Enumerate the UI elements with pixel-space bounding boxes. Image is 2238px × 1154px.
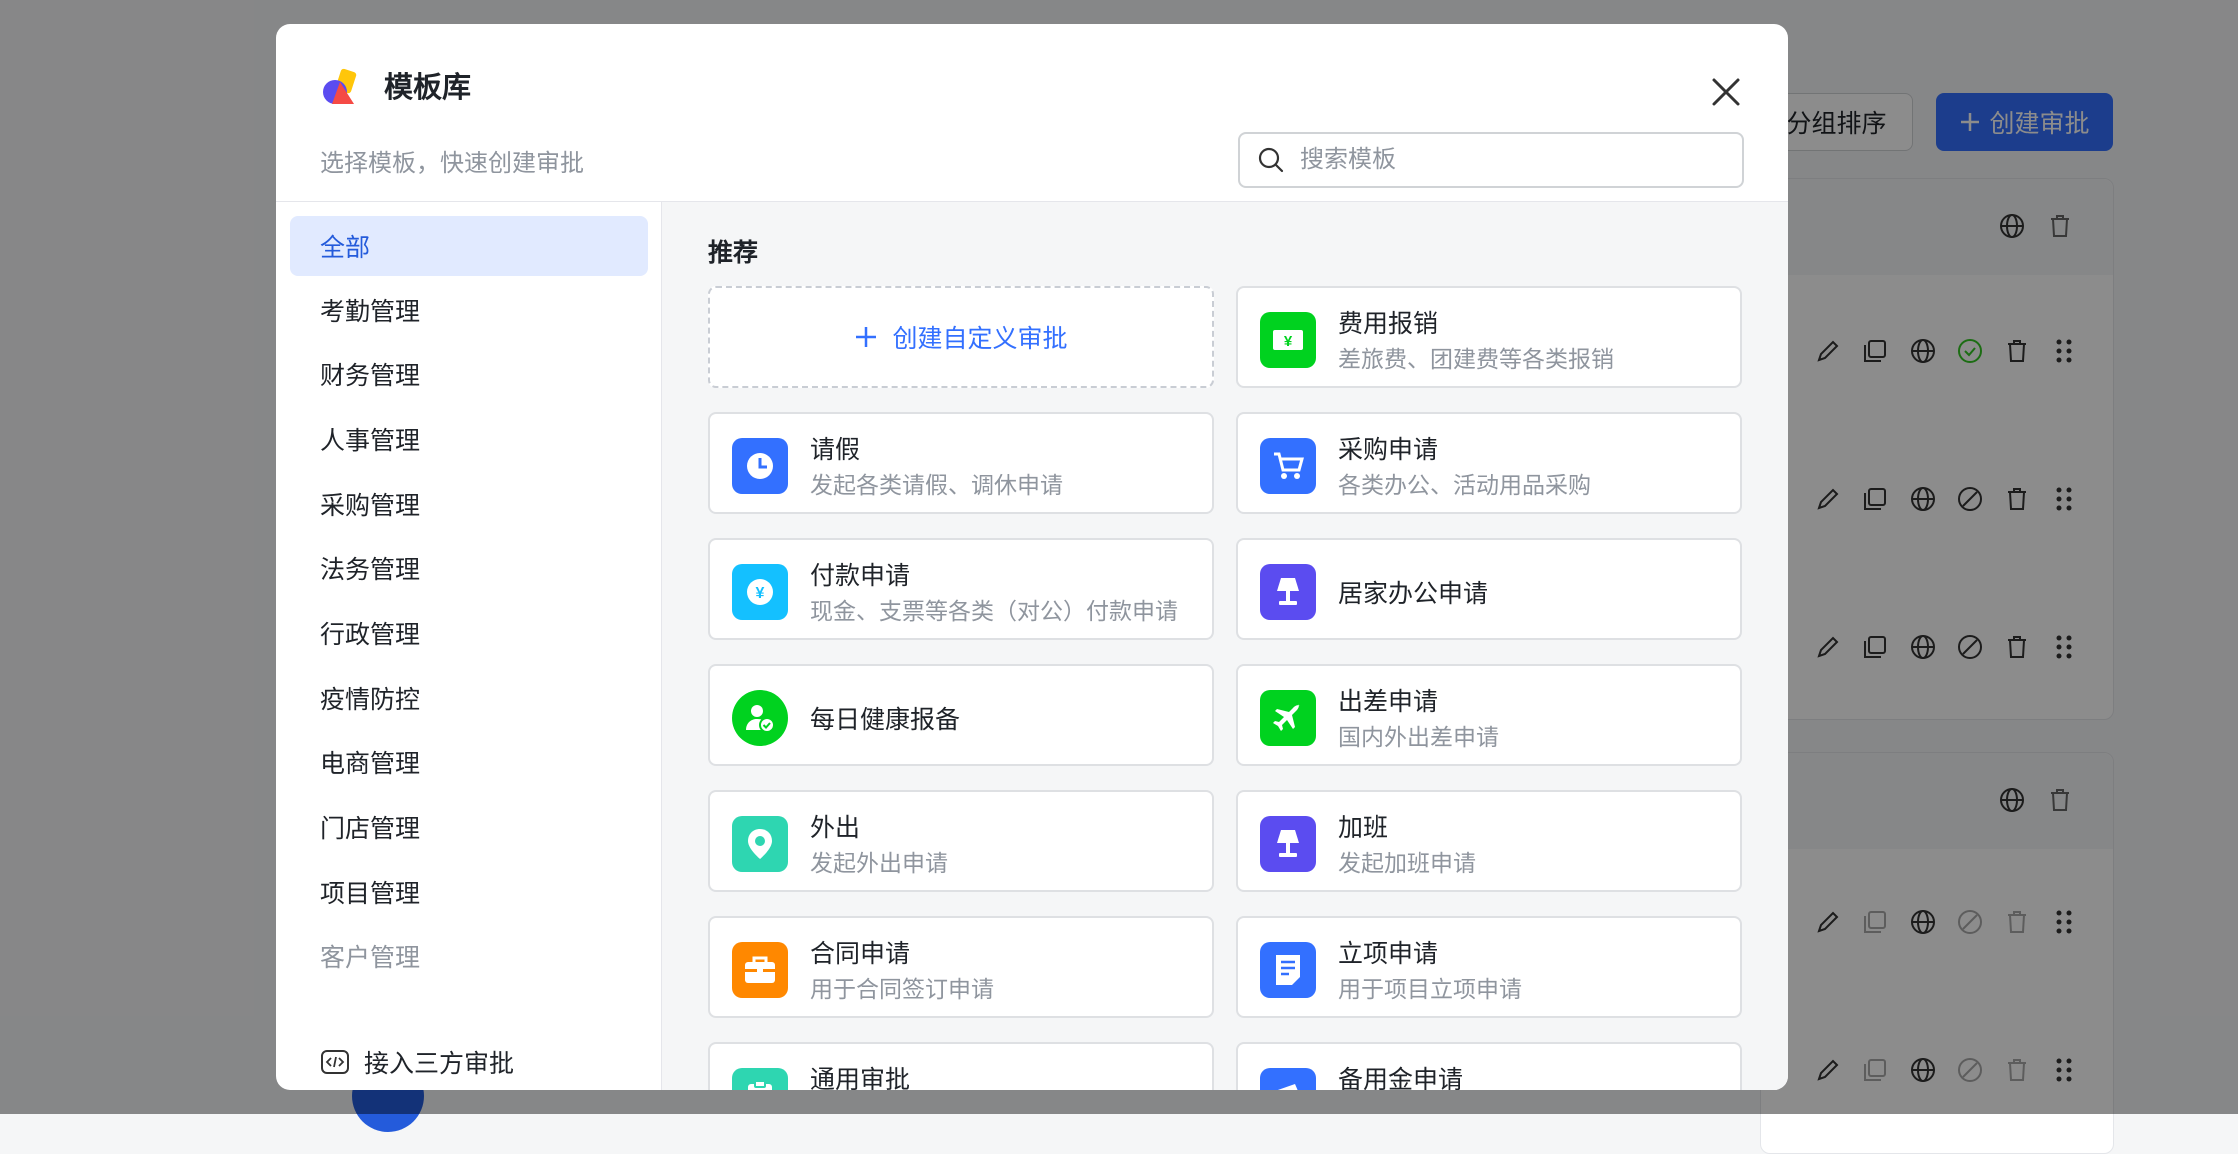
search-icon	[1258, 147, 1284, 173]
template-card[interactable]: 居家办公申请	[1236, 538, 1742, 640]
template-desc: 现金、支票等各类（对公）付款申请	[810, 598, 1178, 624]
category-customer[interactable]: 客户管理	[290, 926, 648, 986]
template-card[interactable]: 出差申请 国内外出差申请	[1236, 664, 1742, 766]
section-title-recommended: 推荐	[708, 239, 759, 267]
template-name: 立项申请	[1338, 940, 1439, 968]
modal-title: 模板库	[384, 72, 472, 104]
template-name: 居家办公申请	[1338, 580, 1489, 608]
template-desc: 用于合同签订申请	[810, 976, 994, 1002]
template-desc: 差旅费、团建费等各类报销	[1338, 346, 1614, 372]
svg-text:¥: ¥	[756, 585, 765, 602]
lamp-icon	[1260, 564, 1316, 620]
yen-receipt-icon: ¥	[1260, 312, 1316, 368]
template-card[interactable]: 通用审批	[708, 1042, 1214, 1090]
category-legal[interactable]: 法务管理	[290, 538, 648, 598]
plus-icon	[856, 327, 877, 347]
template-desc: 发起加班申请	[1338, 850, 1476, 876]
modal-header: 模板库 选择模板，快速创建审批	[276, 24, 1788, 202]
template-card[interactable]: 合同申请 用于合同签订申请	[708, 916, 1214, 1018]
location-pin-icon	[732, 816, 788, 872]
category-hr[interactable]: 人事管理	[290, 409, 648, 469]
template-desc: 国内外出差申请	[1338, 724, 1499, 750]
category-attendance[interactable]: 考勤管理	[290, 280, 648, 340]
template-card[interactable]: 加班 发起加班申请	[1236, 790, 1742, 892]
template-library-logo-icon	[323, 68, 357, 104]
template-card[interactable]: 采购申请 各类办公、活动用品采购	[1236, 412, 1742, 514]
create-custom-approval-label: 创建自定义审批	[892, 325, 1068, 353]
document-icon	[1260, 942, 1316, 998]
template-name: 采购申请	[1338, 436, 1439, 464]
template-name: 请假	[810, 436, 861, 464]
lamp-icon	[1260, 816, 1316, 872]
clipboard-icon	[732, 1068, 788, 1090]
cart-icon	[1260, 438, 1316, 494]
clock-icon	[732, 438, 788, 494]
template-card[interactable]: ¥ 费用报销 差旅费、团建费等各类报销	[1236, 286, 1742, 388]
create-custom-approval-card[interactable]: 创建自定义审批	[708, 286, 1214, 388]
template-desc: 各类办公、活动用品采购	[1338, 472, 1591, 498]
third-party-approval-link[interactable]: 接入三方审批	[320, 1044, 514, 1080]
template-desc: 发起外出申请	[810, 850, 948, 876]
template-name: 备用金申请	[1338, 1066, 1464, 1090]
category-store[interactable]: 门店管理	[290, 797, 648, 857]
template-name: 付款申请	[810, 562, 911, 590]
template-name: 外出	[810, 814, 861, 842]
category-admin[interactable]: 行政管理	[290, 603, 648, 663]
category-sidebar: 全部 考勤管理 财务管理 人事管理 采购管理 法务管理 行政管理 疫情防控 电商…	[276, 202, 662, 1090]
template-library-modal: 模板库 选择模板，快速创建审批 全部 考勤管理 财务管理 人事管理 采购管理 法…	[276, 24, 1788, 1090]
template-card[interactable]: ¥ 付款申请 现金、支票等各类（对公）付款申请	[708, 538, 1214, 640]
template-name: 合同申请	[810, 940, 911, 968]
template-desc: 用于项目立项申请	[1338, 976, 1522, 1002]
template-name: 出差申请	[1338, 688, 1439, 716]
template-content: 推荐 创建自定义审批 ¥ 费用报销 差旅费、团建费等各类报销 请假 发起各类请假…	[662, 202, 1788, 1090]
category-all[interactable]: 全部	[290, 216, 648, 276]
category-procurement[interactable]: 采购管理	[290, 474, 648, 534]
close-icon[interactable]	[1706, 72, 1746, 112]
template-card[interactable]: 请假 发起各类请假、调休申请	[708, 412, 1214, 514]
category-project[interactable]: 项目管理	[290, 862, 648, 922]
template-name: 每日健康报备	[810, 706, 961, 734]
template-card[interactable]: 立项申请 用于项目立项申请	[1236, 916, 1742, 1018]
code-icon	[321, 1050, 349, 1074]
modal-subtitle: 选择模板，快速创建审批	[320, 150, 584, 177]
template-desc: 发起各类请假、调休申请	[810, 472, 1063, 498]
briefcase-icon	[732, 942, 788, 998]
search-box	[1238, 132, 1744, 188]
plane-icon	[1260, 690, 1316, 746]
template-card[interactable]: 备用金申请	[1236, 1042, 1742, 1090]
template-name: 费用报销	[1338, 310, 1439, 338]
yen-coin-icon: ¥	[732, 564, 788, 620]
category-epidemic[interactable]: 疫情防控	[290, 668, 648, 728]
category-finance[interactable]: 财务管理	[290, 344, 648, 404]
template-name: 加班	[1338, 814, 1389, 842]
template-name: 通用审批	[810, 1066, 911, 1090]
user-check-icon	[732, 690, 788, 746]
wallet-icon	[1260, 1068, 1316, 1090]
svg-text:¥: ¥	[1284, 333, 1293, 350]
search-input[interactable]	[1298, 145, 1722, 175]
third-party-approval-label: 接入三方审批	[364, 1050, 515, 1078]
category-ecommerce[interactable]: 电商管理	[290, 732, 648, 792]
template-card[interactable]: 外出 发起外出申请	[708, 790, 1214, 892]
template-card[interactable]: 每日健康报备	[708, 664, 1214, 766]
